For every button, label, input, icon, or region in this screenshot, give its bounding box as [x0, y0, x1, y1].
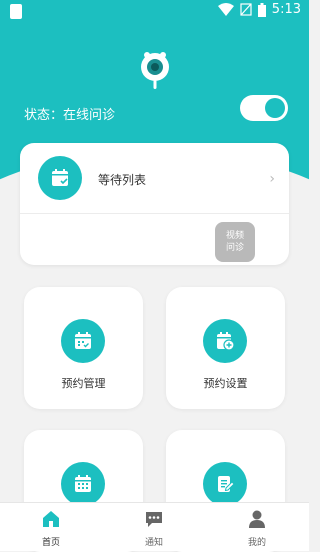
- nav-notifications[interactable]: 通知: [124, 509, 184, 548]
- online-status-toggle[interactable]: [240, 95, 288, 121]
- tile-label: 预约管理: [61, 377, 106, 390]
- tile-label: 预约设置: [203, 377, 248, 390]
- waiting-list-title: 等待列表: [98, 173, 147, 187]
- tile-appointment-settings[interactable]: 预约设置: [166, 287, 285, 409]
- nav-notifications-label: 通知: [144, 538, 163, 548]
- nav-profile[interactable]: 我的: [227, 509, 287, 548]
- video-consult-button[interactable]: 视频 问诊: [215, 222, 255, 262]
- video-consult-line1: 视频: [225, 231, 244, 241]
- app-logo-icon: [141, 52, 169, 89]
- chat-bubble-icon: [146, 512, 162, 527]
- nav-home-label: 首页: [41, 538, 60, 548]
- waiting-list-row[interactable]: 等待列表 ›: [20, 143, 289, 213]
- calendar-grid-icon: [61, 462, 105, 506]
- document-edit-icon: [203, 462, 247, 506]
- status-bar: 5:13: [0, 0, 309, 24]
- divider: [20, 213, 289, 214]
- tile-appointment-management[interactable]: 预约管理: [24, 287, 143, 409]
- signal-icon: [240, 3, 252, 16]
- bottom-nav: 首页 通知 我的: [0, 502, 309, 551]
- online-status-label: 状态：在线问诊: [24, 108, 116, 123]
- user-icon: [249, 510, 265, 528]
- video-consult-line2: 问诊: [225, 243, 244, 253]
- chevron-right-icon: ›: [269, 171, 275, 187]
- calendar-list-icon: [61, 319, 105, 363]
- calendar-check-icon: [38, 156, 82, 200]
- wifi-icon: [217, 3, 234, 16]
- battery-icon: [257, 2, 266, 17]
- nav-home[interactable]: 首页: [21, 509, 81, 548]
- toggle-knob: [265, 98, 285, 118]
- clock-time: 5:13: [271, 2, 301, 17]
- calendar-add-icon: [203, 319, 247, 363]
- notification-icon: [10, 4, 22, 19]
- home-icon: [43, 511, 59, 527]
- nav-profile-label: 我的: [247, 538, 266, 548]
